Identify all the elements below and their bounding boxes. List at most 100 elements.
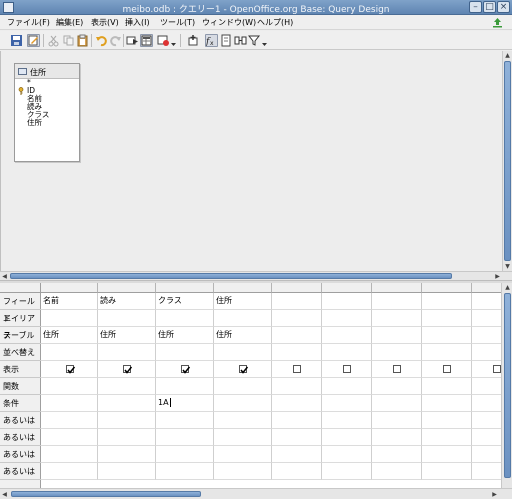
alias-cell[interactable]	[214, 310, 272, 327]
table-cell[interactable]: 住所	[98, 327, 156, 344]
criterion-cell[interactable]	[322, 395, 372, 412]
table-cell[interactable]: 住所	[41, 327, 98, 344]
visible-cell[interactable]	[372, 361, 422, 378]
sort-cell[interactable]	[372, 344, 422, 361]
criterion-cell[interactable]	[422, 395, 472, 412]
visible-checkbox[interactable]	[443, 365, 451, 373]
design-view-icon[interactable]	[140, 34, 153, 47]
field-cell[interactable]: クラス	[156, 293, 214, 310]
or-criterion-cell[interactable]	[41, 429, 98, 446]
alias-cell[interactable]	[98, 310, 156, 327]
sort-cell[interactable]	[214, 344, 272, 361]
function-cell[interactable]	[41, 378, 98, 395]
visible-checkbox-checked[interactable]	[239, 365, 249, 374]
alias-cell[interactable]	[472, 310, 501, 327]
column-header[interactable]	[472, 283, 501, 293]
field-cell[interactable]: 読み	[98, 293, 156, 310]
table-cell[interactable]	[272, 327, 322, 344]
column-header[interactable]	[156, 283, 214, 293]
field-cell[interactable]: 住所	[214, 293, 272, 310]
scroll-down-arrow-icon[interactable]: ▼	[503, 262, 512, 271]
or-criterion-cell[interactable]	[372, 429, 422, 446]
or-criterion-cell[interactable]	[422, 412, 472, 429]
or-criterion-cell[interactable]	[472, 429, 501, 446]
or-criterion-cell[interactable]	[41, 412, 98, 429]
sort-cell[interactable]	[472, 344, 501, 361]
clear-query-icon[interactable]	[157, 34, 170, 47]
table-cell[interactable]	[322, 327, 372, 344]
field-cell[interactable]	[322, 293, 372, 310]
visible-cell[interactable]	[472, 361, 501, 378]
visible-checkbox-checked[interactable]	[66, 365, 76, 374]
scroll-up-arrow-icon[interactable]: ▲	[503, 283, 512, 292]
criterion-cell[interactable]: 1A	[156, 395, 214, 412]
field-item[interactable]: 住所	[15, 119, 79, 127]
save-icon[interactable]	[10, 34, 23, 47]
visible-checkbox-checked[interactable]	[123, 365, 133, 374]
field-item[interactable]: 名前	[15, 95, 79, 103]
minimize-button[interactable]: –	[469, 1, 482, 13]
column-header[interactable]	[322, 283, 372, 293]
field-cell[interactable]	[272, 293, 322, 310]
or-criterion-cell[interactable]	[422, 463, 472, 480]
design-area-horizontal-scrollbar[interactable]: ◀ ▶	[0, 271, 512, 280]
menu-file[interactable]: ファイル(F)	[7, 17, 50, 28]
criterion-cell[interactable]	[41, 395, 98, 412]
alias-icon[interactable]	[234, 34, 247, 47]
field-cell[interactable]	[372, 293, 422, 310]
table-cell[interactable]	[372, 327, 422, 344]
column-header[interactable]	[41, 283, 98, 293]
design-area-vertical-scrollbar[interactable]: ▲ ▼	[502, 51, 512, 271]
or-criterion-cell[interactable]	[372, 412, 422, 429]
visible-cell[interactable]	[322, 361, 372, 378]
sort-cell[interactable]	[41, 344, 98, 361]
or-criterion-cell[interactable]	[322, 463, 372, 480]
or-criterion-cell[interactable]	[98, 412, 156, 429]
scroll-thumb[interactable]	[11, 491, 201, 497]
table-name-icon[interactable]	[220, 34, 233, 47]
visible-checkbox-checked[interactable]	[181, 365, 191, 374]
or-criterion-cell[interactable]	[372, 463, 422, 480]
column-header[interactable]	[214, 283, 272, 293]
field-cell[interactable]: 名前	[41, 293, 98, 310]
undo-icon[interactable]	[95, 34, 108, 47]
function-cell[interactable]	[422, 378, 472, 395]
menu-edit[interactable]: 編集(E)	[56, 17, 83, 28]
visible-cell[interactable]	[98, 361, 156, 378]
or-criterion-cell[interactable]	[98, 446, 156, 463]
function-cell[interactable]	[372, 378, 422, 395]
add-tables-icon[interactable]	[187, 34, 200, 47]
function-cell[interactable]	[472, 378, 501, 395]
or-criterion-cell[interactable]	[272, 446, 322, 463]
scroll-thumb[interactable]	[504, 293, 511, 478]
scroll-thumb[interactable]	[504, 61, 511, 261]
grid-vertical-scrollbar[interactable]: ▲	[501, 283, 512, 488]
query-design-grid[interactable]: フィールド エイリアス テーブル 並べ替え 表示 関数 条件 あるいは あるいは あるいは あるいは…	[0, 283, 501, 488]
or-criterion-cell[interactable]	[272, 463, 322, 480]
alias-cell[interactable]	[156, 310, 214, 327]
function-cell[interactable]	[98, 378, 156, 395]
table-cell[interactable]: 住所	[214, 327, 272, 344]
or-criterion-cell[interactable]	[214, 463, 272, 480]
table-design-area[interactable]: 住所 * ID 名前 読み クラス 住所	[0, 51, 502, 271]
maximize-button[interactable]: □	[483, 1, 496, 13]
alias-cell[interactable]	[272, 310, 322, 327]
criterion-cell[interactable]	[98, 395, 156, 412]
function-cell[interactable]	[156, 378, 214, 395]
menu-help[interactable]: ヘルプ(H)	[257, 17, 293, 28]
or-criterion-cell[interactable]	[422, 446, 472, 463]
table-cell[interactable]	[472, 327, 501, 344]
cut-icon[interactable]	[47, 34, 60, 47]
field-item[interactable]: クラス	[15, 111, 79, 119]
visible-cell[interactable]	[272, 361, 322, 378]
visible-checkbox[interactable]	[493, 365, 501, 373]
column-header[interactable]	[422, 283, 472, 293]
or-criterion-cell[interactable]	[272, 412, 322, 429]
or-criterion-cell[interactable]	[41, 446, 98, 463]
sort-cell[interactable]	[322, 344, 372, 361]
sort-cell[interactable]	[272, 344, 322, 361]
visible-cell[interactable]	[41, 361, 98, 378]
column-header[interactable]	[372, 283, 422, 293]
criterion-cell[interactable]	[472, 395, 501, 412]
menu-tools[interactable]: ツール(T)	[160, 17, 195, 28]
